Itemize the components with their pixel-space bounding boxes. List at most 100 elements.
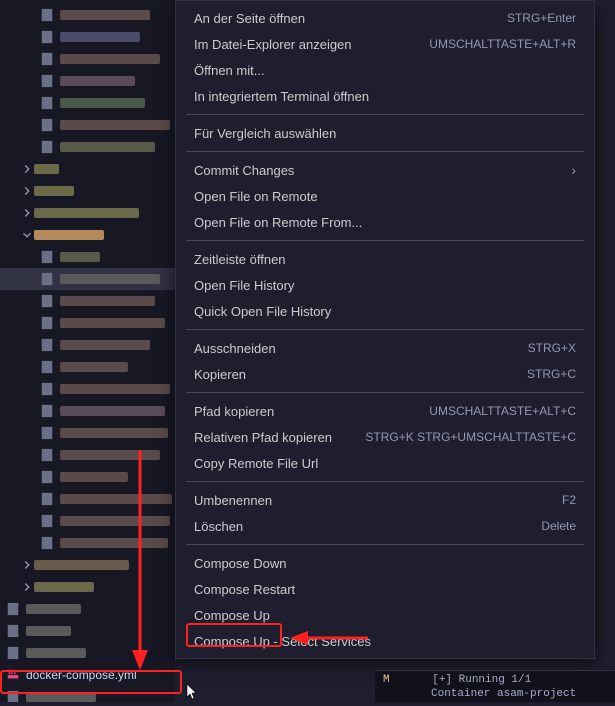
menu-item-label: Compose Up <box>194 608 270 623</box>
menu-item-shortcut: UMSCHALTTASTE+ALT+C <box>429 404 576 418</box>
tree-folder[interactable] <box>0 554 175 576</box>
menu-item-im-datei-explorer-anzeigen[interactable]: Im Datei-Explorer anzeigenUMSCHALTTASTE+… <box>176 31 594 57</box>
file-icon <box>40 316 54 330</box>
tree-item[interactable] <box>0 136 175 158</box>
tree-item[interactable] <box>0 598 175 620</box>
chevron-right-icon <box>20 162 34 176</box>
menu-item-open-file-history[interactable]: Open File History <box>176 272 594 298</box>
file-icon <box>40 338 54 352</box>
file-icon <box>40 360 54 374</box>
menu-item-label: Umbenennen <box>194 493 272 508</box>
tree-item[interactable] <box>0 532 175 554</box>
chevron-right-icon <box>20 580 34 594</box>
menu-item-label: Für Vergleich auswählen <box>194 126 336 141</box>
tree-item[interactable] <box>0 378 175 400</box>
tree-folder[interactable] <box>0 180 175 202</box>
menu-item-label: Löschen <box>194 519 243 534</box>
file-icon <box>40 8 54 22</box>
tree-item[interactable] <box>0 290 175 312</box>
terminal-line-1: [+] Running 1/1 <box>432 674 531 686</box>
menu-item-shortcut: STRG+Enter <box>507 11 576 25</box>
menu-item-relativen-pfad-kopieren[interactable]: Relativen Pfad kopierenSTRG+K STRG+UMSCH… <box>176 424 594 450</box>
tree-item[interactable] <box>0 686 175 702</box>
menu-item-label: Open File on Remote From... <box>194 215 362 230</box>
menu-item-label: Relativen Pfad kopieren <box>194 430 332 445</box>
tree-item[interactable] <box>0 312 175 334</box>
menu-item-compose-up-select-services[interactable]: Compose Up - Select Services <box>176 628 594 654</box>
menu-item-open-file-on-remote[interactable]: Open File on Remote <box>176 183 594 209</box>
menu-separator <box>186 151 584 152</box>
context-menu[interactable]: An der Seite öffnenSTRG+EnterIm Datei-Ex… <box>175 0 595 659</box>
tree-item-selected[interactable] <box>0 268 175 290</box>
menu-item-ffnen-mit[interactable]: Öffnen mit... <box>176 57 594 83</box>
tree-item[interactable] <box>0 70 175 92</box>
tree-item[interactable] <box>0 510 175 532</box>
tree-item[interactable] <box>0 356 175 378</box>
file-explorer-sidebar[interactable]: docker-compose.yml <box>0 0 175 702</box>
menu-item-compose-restart[interactable]: Compose Restart <box>176 576 594 602</box>
tree-folder[interactable] <box>0 158 175 180</box>
chevron-right-icon <box>20 206 34 220</box>
menu-item-kopieren[interactable]: KopierenSTRG+C <box>176 361 594 387</box>
tree-item[interactable] <box>0 400 175 422</box>
menu-separator <box>186 114 584 115</box>
menu-item-shortcut: STRG+X <box>528 341 576 355</box>
menu-item-an-der-seite-ffnen[interactable]: An der Seite öffnenSTRG+Enter <box>176 5 594 31</box>
tree-item[interactable] <box>0 422 175 444</box>
tree-item[interactable] <box>0 92 175 114</box>
menu-item-compose-up[interactable]: Compose Up <box>176 602 594 628</box>
menu-item-pfad-kopieren[interactable]: Pfad kopieren UMSCHALTTASTE+ALT+C <box>176 398 594 424</box>
menu-item-label: Copy Remote File Url <box>194 456 318 471</box>
tree-item[interactable] <box>0 334 175 356</box>
tree-folder[interactable] <box>0 202 175 224</box>
menu-item-shortcut: F2 <box>562 493 576 507</box>
menu-item-quick-open-file-history[interactable]: Quick Open File History <box>176 298 594 324</box>
tree-item[interactable] <box>0 488 175 510</box>
tree-item[interactable] <box>0 114 175 136</box>
docker-compose-filename: docker-compose.yml <box>26 668 137 682</box>
file-icon <box>40 272 54 286</box>
menu-item-zeitleiste-ffnen[interactable]: Zeitleiste öffnen <box>176 246 594 272</box>
menu-item-commit-changes[interactable]: Commit Changes› <box>176 157 594 183</box>
menu-item-open-file-on-remote-from[interactable]: Open File on Remote From... <box>176 209 594 235</box>
terminal-panel[interactable]: M [+] Running 1/1 Container asam-project <box>375 670 615 702</box>
tree-item[interactable] <box>0 4 175 26</box>
file-icon <box>40 492 54 506</box>
tree-item[interactable] <box>0 620 175 642</box>
mouse-cursor-icon <box>186 683 200 706</box>
tree-item-docker-compose[interactable]: docker-compose.yml <box>0 664 175 686</box>
file-icon <box>40 536 54 550</box>
tree-item[interactable] <box>0 642 175 664</box>
file-icon <box>40 448 54 462</box>
menu-item-label: Ausschneiden <box>194 341 276 356</box>
menu-item-label: Öffnen mit... <box>194 63 265 78</box>
menu-item-f-r-vergleich-ausw-hlen[interactable]: Für Vergleich auswählen <box>176 120 594 146</box>
tree-item[interactable] <box>0 26 175 48</box>
tree-folder[interactable] <box>0 576 175 598</box>
file-icon <box>40 426 54 440</box>
tree-folder[interactable] <box>0 224 175 246</box>
menu-item-label: Pfad kopieren <box>194 404 274 419</box>
file-icon <box>40 52 54 66</box>
file-icon <box>40 250 54 264</box>
chevron-down-icon <box>20 228 34 242</box>
menu-item-in-integriertem-terminal-ffnen[interactable]: In integriertem Terminal öffnen <box>176 83 594 109</box>
tree-item[interactable] <box>0 246 175 268</box>
menu-item-label: Compose Up - Select Services <box>194 634 371 649</box>
menu-item-l-schen[interactable]: LöschenDelete <box>176 513 594 539</box>
menu-item-label: Zeitleiste öffnen <box>194 252 286 267</box>
menu-separator <box>186 240 584 241</box>
menu-separator <box>186 544 584 545</box>
menu-item-ausschneiden[interactable]: Ausschneiden STRG+X <box>176 335 594 361</box>
tree-item[interactable] <box>0 466 175 488</box>
file-icon <box>40 382 54 396</box>
menu-item-shortcut: STRG+C <box>527 367 576 381</box>
file-icon <box>6 646 20 660</box>
menu-item-compose-down[interactable]: Compose Down <box>176 550 594 576</box>
menu-separator <box>186 481 584 482</box>
tree-item[interactable] <box>0 48 175 70</box>
chevron-right-icon: › <box>571 162 576 178</box>
menu-item-umbenennen[interactable]: Umbenennen F2 <box>176 487 594 513</box>
menu-item-copy-remote-file-url[interactable]: Copy Remote File Url <box>176 450 594 476</box>
tree-item[interactable] <box>0 444 175 466</box>
